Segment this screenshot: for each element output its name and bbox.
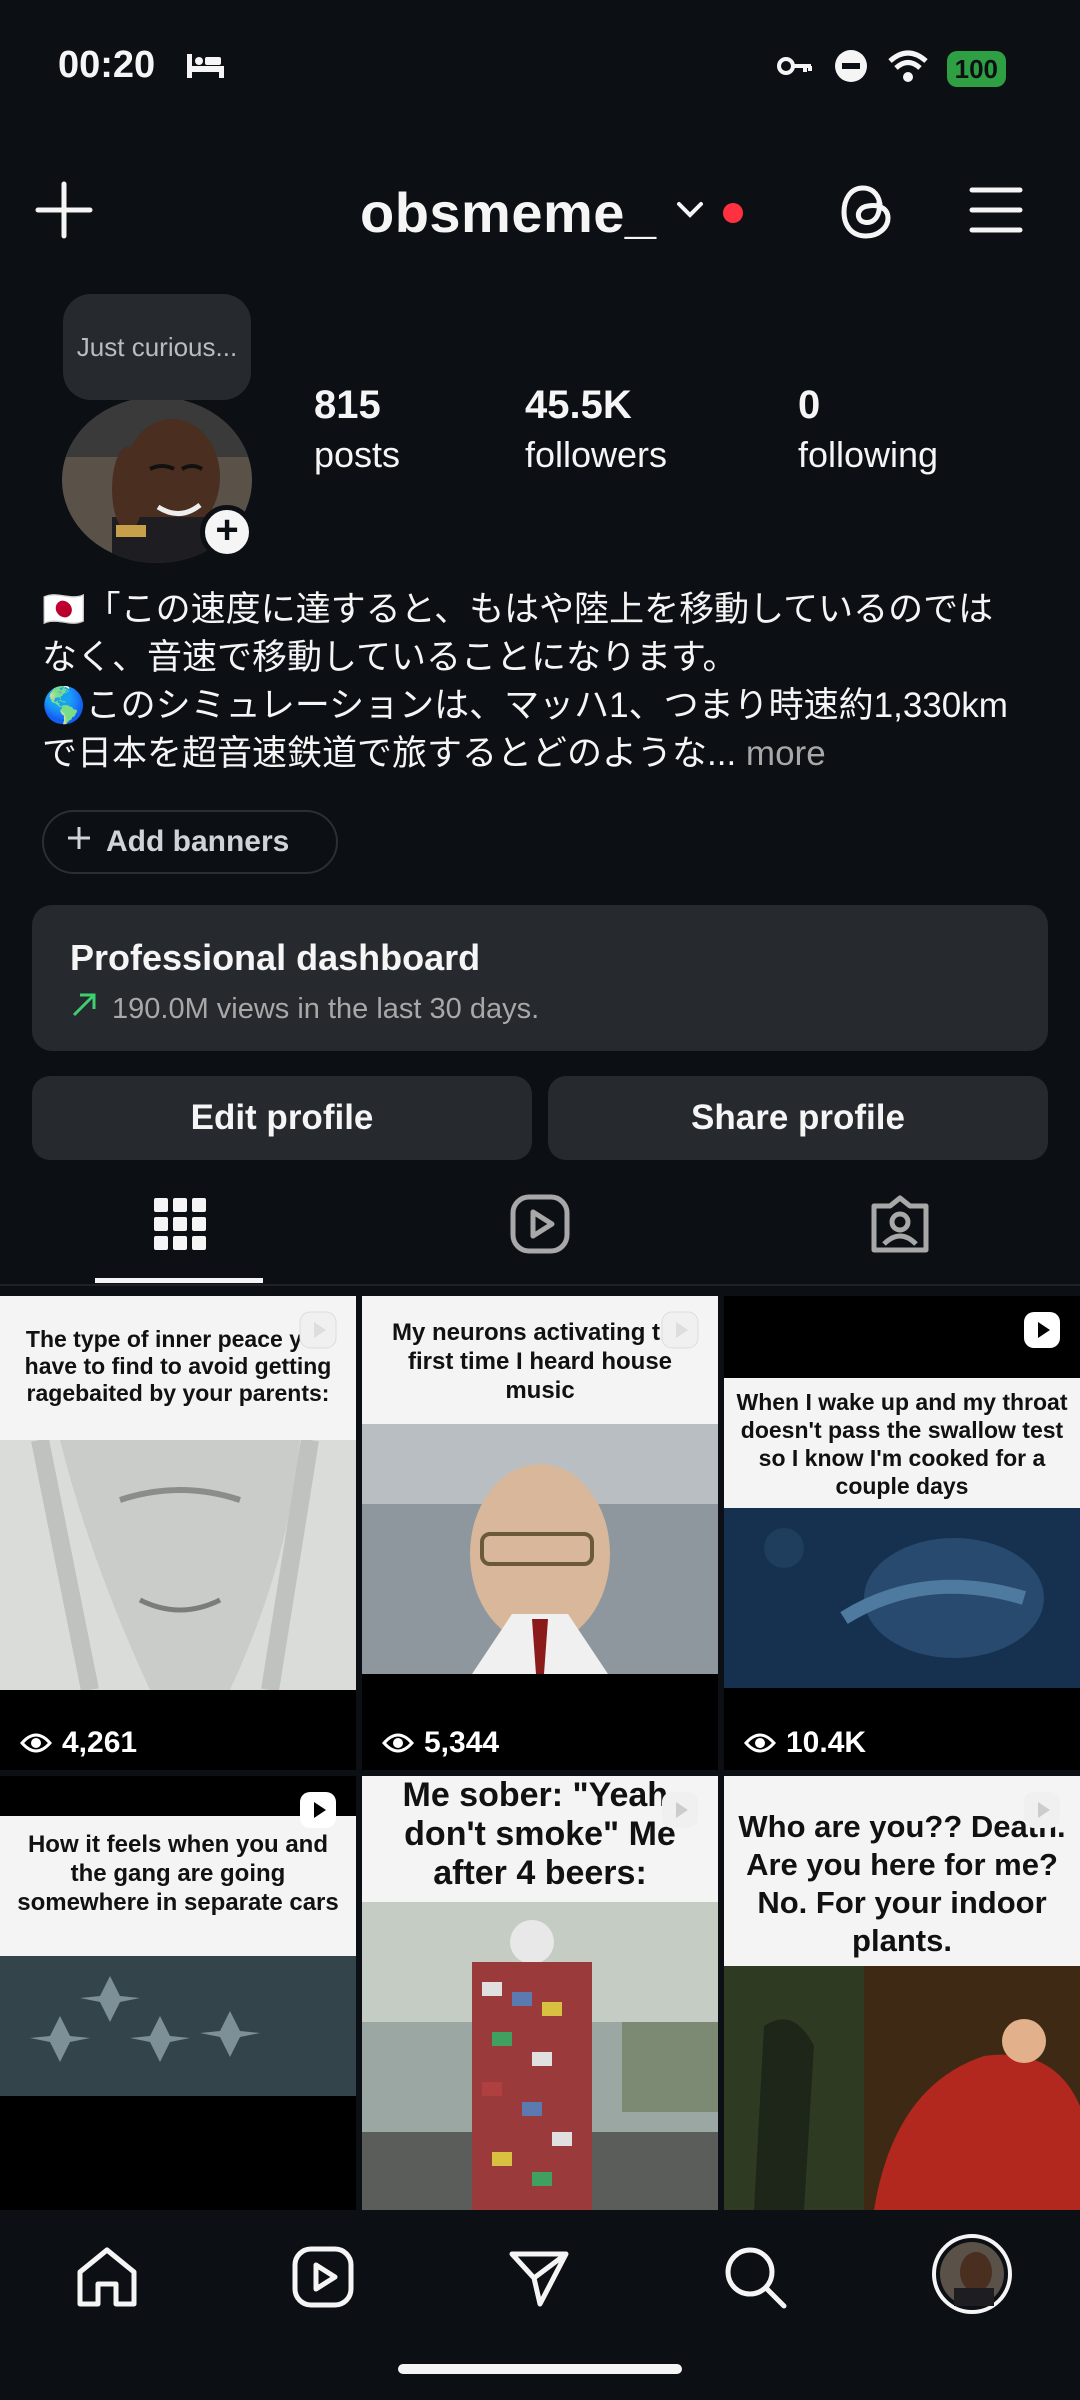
bio-line: 🌎このシミュレーションは、マッハ1、つまり時速約1,330km	[42, 686, 1008, 725]
bio-more-link[interactable]: more	[736, 734, 826, 773]
tab-grid[interactable]	[148, 1192, 212, 1261]
profile-tabs	[0, 1180, 1080, 1284]
add-banners-button[interactable]: Add banners	[42, 810, 338, 874]
tab-tagged[interactable]	[868, 1192, 932, 1261]
professional-dashboard[interactable]: Professional dashboard 190.0M views in t…	[32, 905, 1048, 1051]
chevron-down-icon	[675, 200, 705, 225]
edit-profile-button[interactable]: Edit profile	[32, 1076, 532, 1160]
trend-up-icon	[70, 991, 98, 1027]
view-count: 10.4K	[744, 1726, 866, 1760]
active-tab-indicator	[95, 1278, 263, 1283]
status-time: 00:20	[58, 44, 156, 86]
dashboard-title: Professional dashboard	[70, 937, 481, 978]
plus-icon	[66, 825, 92, 859]
reel-icon	[1022, 1790, 1062, 1835]
bio-line: なく、音速で移動していることになります。	[42, 638, 738, 677]
reel-icon	[660, 1790, 700, 1835]
reel-icon	[298, 1790, 338, 1835]
divider	[0, 1284, 1080, 1286]
stat-posts[interactable]: 815 posts	[314, 383, 400, 476]
reel-icon	[298, 1310, 338, 1355]
key-icon	[775, 51, 815, 86]
profile-header: obsmeme_	[0, 160, 1080, 260]
reels-icon[interactable]	[290, 2244, 356, 2315]
home-indicator	[398, 2364, 682, 2374]
threads-icon[interactable]	[838, 182, 896, 247]
stat-followers[interactable]: 45.5K followers	[525, 383, 667, 476]
do-not-disturb-icon	[833, 48, 869, 89]
add-banners-label: Add banners	[106, 825, 290, 858]
account-switcher[interactable]: obsmeme_	[360, 180, 743, 245]
bio-line: 🇯🇵「この速度に達すると、もはや陸上を移動しているのでは	[42, 590, 994, 629]
post-caption: When I wake up and my throat doesn't pas…	[724, 1378, 1080, 1508]
bio-line: で日本を超音速鉄道で旅するとどのような...	[42, 734, 737, 773]
post-tile[interactable]: Who are you?? Death. Are you here for me…	[724, 1776, 1080, 2210]
bed-icon	[185, 50, 225, 85]
add-story-button[interactable]: +	[200, 505, 254, 559]
status-bar: 00:20 100	[0, 0, 1080, 130]
reel-icon	[1022, 1310, 1062, 1355]
battery-indicator: 100	[946, 50, 1006, 87]
post-tile[interactable]: How it feels when you and the gang are g…	[0, 1776, 356, 2210]
send-message-icon[interactable]	[506, 2244, 572, 2315]
share-profile-button[interactable]: Share profile	[548, 1076, 1048, 1160]
post-tile[interactable]: When I wake up and my throat doesn't pas…	[724, 1296, 1080, 1770]
note-bubble[interactable]: Just curious...	[63, 294, 251, 400]
home-icon[interactable]	[74, 2244, 140, 2315]
dashboard-subtitle: 190.0M views in the last 30 days.	[112, 992, 540, 1025]
tab-reels[interactable]	[508, 1192, 572, 1261]
create-plus-icon[interactable]	[34, 180, 94, 245]
stat-following[interactable]: 0 following	[798, 383, 938, 476]
wifi-icon	[887, 49, 929, 88]
view-count: 4,261	[20, 1726, 137, 1760]
username: obsmeme_	[360, 181, 657, 244]
view-count: 5,344	[382, 1726, 499, 1760]
profile-bio: 🇯🇵「この速度に達すると、もはや陸上を移動しているのでは なく、音速で移動してい…	[42, 586, 1042, 778]
reel-icon	[660, 1310, 700, 1355]
menu-icon[interactable]	[968, 182, 1024, 243]
profile-avatar-nav[interactable]	[932, 2234, 1012, 2319]
post-caption: How it feels when you and the gang are g…	[0, 1816, 356, 1956]
post-tile[interactable]: Me sober: "Yeah, don't smoke" Me after 4…	[362, 1776, 718, 2210]
post-tile[interactable]: My neurons activating the first time I h…	[362, 1296, 718, 1770]
post-tile[interactable]: The type of inner peace you have to find…	[0, 1296, 356, 1770]
search-icon[interactable]	[722, 2244, 788, 2315]
notification-dot	[722, 202, 743, 223]
